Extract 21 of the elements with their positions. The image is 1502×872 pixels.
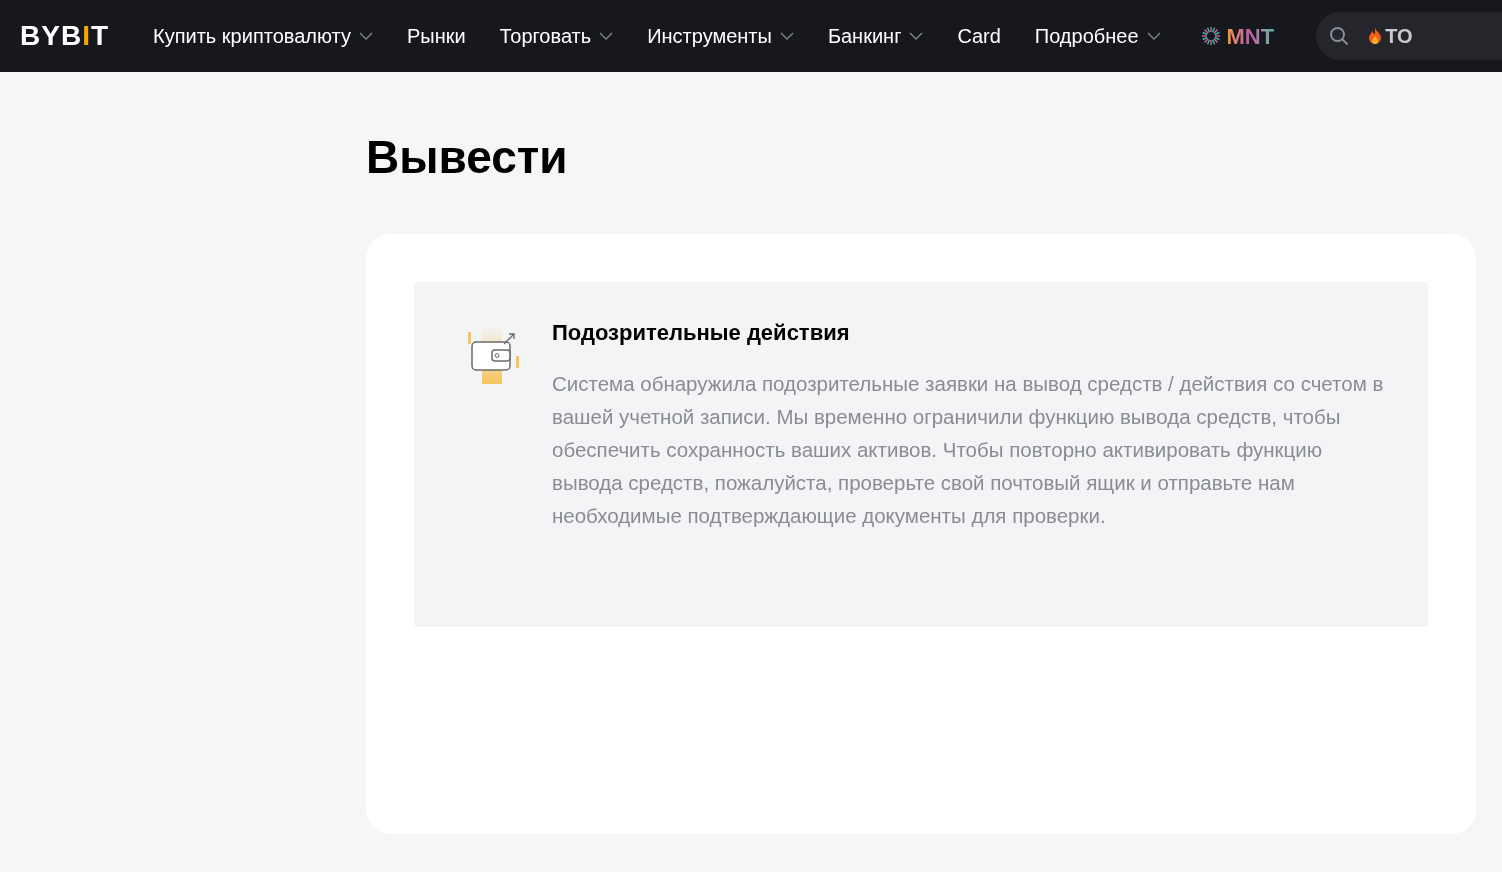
page-title: Вывести — [366, 134, 569, 180]
nav-item[interactable]: Card — [957, 21, 1001, 51]
chevron-down-icon — [599, 32, 614, 40]
nav-item[interactable]: Торговать — [499, 21, 614, 51]
logo[interactable]: BYBIT — [20, 15, 110, 57]
nav-item[interactable]: Инструменты — [647, 21, 794, 51]
burst-icon — [1200, 26, 1221, 46]
chevron-down-icon — [909, 32, 924, 40]
flame-icon — [1368, 27, 1383, 45]
notice-text: Система обнаружила подозрительные заявки на вывод средств / действия со счетом в вашей учетной записи. Мы временно ограничили функцию вывода средств, чтобы обеспечить сохранность ваших активов. Чтобы повторно активировать функцию вывода средств, пожалуйста, проверьте свой почтовый ящик и отправьте нам необходимые подтверждающие документы для проверки. — [552, 371, 1385, 529]
search-icon — [1328, 25, 1351, 47]
notice-title: Подозрительные действия — [552, 319, 851, 347]
nav-item[interactable]: Банкинг — [827, 21, 924, 51]
chevron-down-icon — [358, 32, 373, 40]
nav-item[interactable]: Купить криптовалюту — [153, 21, 373, 51]
nav-item[interactable]: Рынки — [406, 21, 466, 51]
chevron-down-icon — [1146, 32, 1161, 40]
chevron-down-icon — [779, 32, 794, 40]
nav-item[interactable]: Подробнее — [1034, 21, 1161, 51]
search-field[interactable]: ТО — [1316, 12, 1502, 60]
search-text: ТО — [1385, 24, 1413, 49]
